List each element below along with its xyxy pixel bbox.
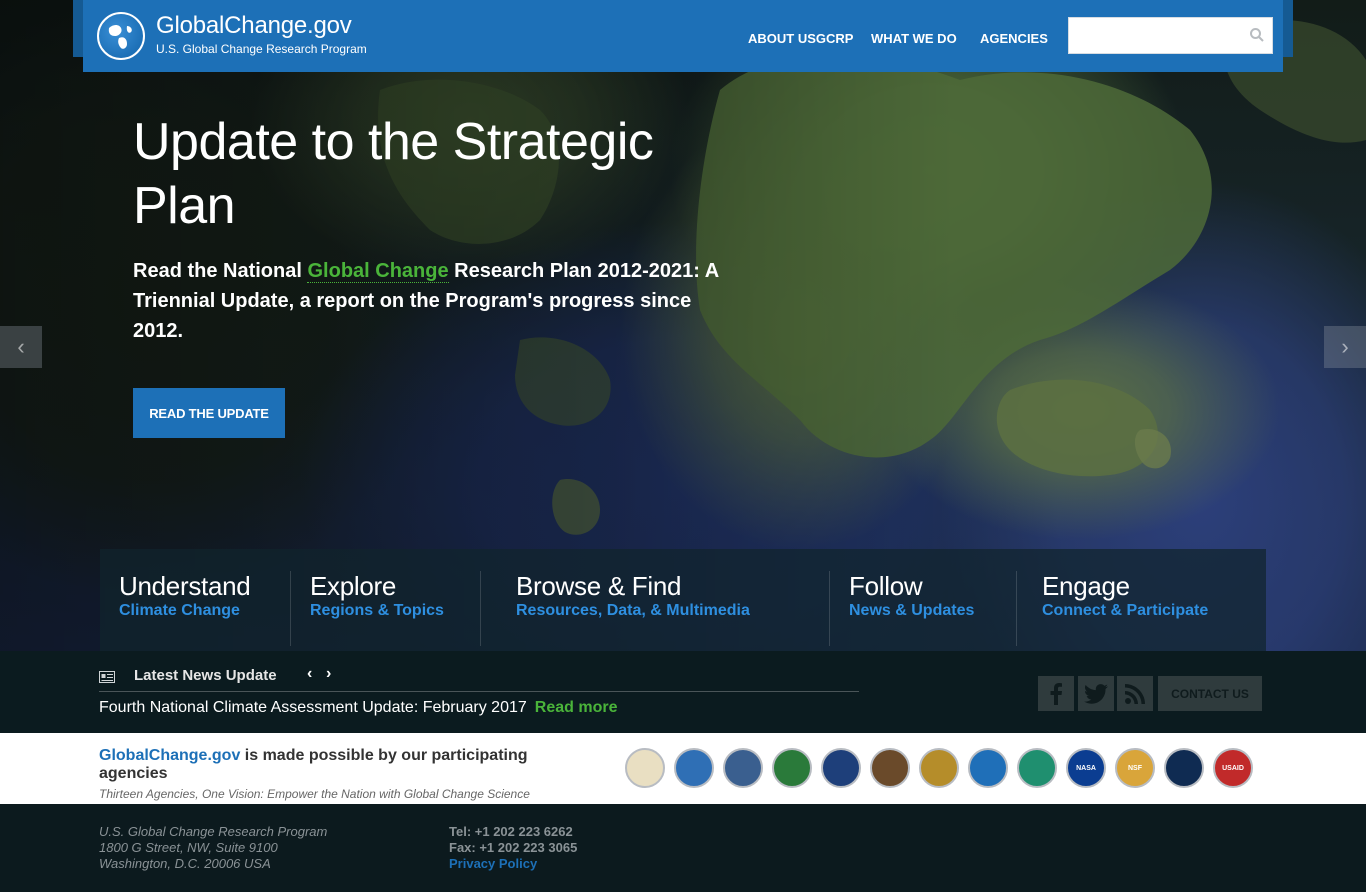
agencies-strip: GlobalChange.gov is made possible by our… <box>0 733 1366 804</box>
category-title: Browse & Find <box>516 571 682 601</box>
news-headline-text[interactable]: Fourth National Climate Assessment Updat… <box>99 699 527 716</box>
state-seal[interactable] <box>919 748 959 788</box>
category-title: Explore <box>310 571 397 601</box>
news-next-arrow[interactable]: › <box>326 665 331 683</box>
footer-tel: Tel: +1 202 223 6262 <box>449 824 573 839</box>
category-title: Understand <box>119 571 251 601</box>
twitter-icon[interactable] <box>1078 676 1114 711</box>
header-edge-left <box>73 0 83 57</box>
category-divider <box>480 571 481 646</box>
category-title: Engage <box>1042 571 1130 601</box>
category-engage[interactable]: Engage Connect & Participate <box>1042 571 1208 620</box>
usaid-seal-label: USAID <box>1222 764 1244 772</box>
footer-address-line: 1800 G Street, NW, Suite 9100 <box>99 840 278 855</box>
contact-us-button[interactable]: CONTACT US <box>1158 676 1262 711</box>
category-subtitle[interactable]: Regions & Topics <box>310 602 444 620</box>
interior-seal[interactable] <box>870 748 910 788</box>
site-footer: U.S. Global Change Research Program 1800… <box>0 804 1366 892</box>
nsf-seal-label: NSF <box>1128 764 1142 772</box>
global-change-link[interactable]: Global Change <box>307 260 449 283</box>
nav-about-usgcrp[interactable]: ABOUT USGCRP <box>748 31 853 46</box>
category-divider <box>829 571 830 646</box>
category-browse-find[interactable]: Browse & Find Resources, Data, & Multime… <box>516 571 750 620</box>
category-understand[interactable]: Understand Climate Change <box>119 571 251 620</box>
news-label: Latest News Update <box>134 667 277 684</box>
carousel-prev-arrow[interactable]: ‹ <box>0 326 42 368</box>
facebook-icon[interactable] <box>1038 676 1074 711</box>
category-subtitle[interactable]: Climate Change <box>119 602 250 620</box>
category-subtitle[interactable]: Connect & Participate <box>1042 602 1208 620</box>
nav-agencies[interactable]: AGENCIES <box>980 31 1048 46</box>
usda-seal[interactable] <box>625 748 665 788</box>
category-subtitle[interactable]: News & Updates <box>849 602 974 620</box>
commerce-seal[interactable] <box>674 748 714 788</box>
footer-address-line: Washington, D.C. 20006 USA <box>99 856 271 871</box>
newspaper-icon <box>99 671 115 683</box>
hhs-seal[interactable] <box>821 748 861 788</box>
transportation-seal[interactable] <box>968 748 1008 788</box>
hero-title: Update to the Strategic Plan <box>133 113 654 235</box>
category-subtitle[interactable]: Resources, Data, & Multimedia <box>516 602 750 620</box>
news-headline[interactable]: Fourth National Climate Assessment Updat… <box>99 699 617 717</box>
brand-subtitle: U.S. Global Change Research Program <box>156 42 367 56</box>
read-update-button[interactable]: READ THE UPDATE <box>133 388 285 438</box>
footer-contact: Tel: +1 202 223 6262 Fax: +1 202 223 306… <box>449 824 577 872</box>
nasa-seal[interactable]: NASA <box>1066 748 1106 788</box>
footer-fax: Fax: +1 202 223 3065 <box>449 840 578 855</box>
agencies-statement: GlobalChange.gov is made possible by our… <box>99 747 599 783</box>
nasa-seal-label: NASA <box>1076 764 1096 772</box>
defense-seal[interactable] <box>723 748 763 788</box>
header-edge-right <box>1283 0 1293 57</box>
news-strip: Latest News Update ‹ › Fourth National C… <box>0 651 1366 733</box>
category-bar: Understand Climate Change Explore Region… <box>100 549 1266 651</box>
category-follow[interactable]: Follow News & Updates <box>849 571 974 620</box>
category-divider <box>290 571 291 646</box>
hero-desc-pre: Read the National <box>133 260 308 282</box>
carousel-next-arrow[interactable]: › <box>1324 326 1366 368</box>
category-explore[interactable]: Explore Regions & Topics <box>310 571 444 620</box>
hero-description: Read the National Global Change Research… <box>133 256 733 346</box>
category-title: Follow <box>849 571 923 601</box>
nsf-seal[interactable]: NSF <box>1115 748 1155 788</box>
news-divider <box>99 691 859 692</box>
energy-seal[interactable] <box>772 748 812 788</box>
epa-seal[interactable] <box>1017 748 1057 788</box>
smithsonian-seal[interactable] <box>1164 748 1204 788</box>
agencies-brand-link[interactable]: GlobalChange.gov <box>99 747 240 764</box>
search-input[interactable] <box>1068 17 1273 54</box>
brand-title[interactable]: GlobalChange.gov <box>156 12 352 40</box>
news-prev-arrow[interactable]: ‹ <box>307 665 312 683</box>
footer-address: U.S. Global Change Research Program 1800… <box>99 824 327 872</box>
usaid-seal[interactable]: USAID <box>1213 748 1253 788</box>
nav-what-we-do[interactable]: WHAT WE DO <box>871 31 957 46</box>
category-divider <box>1016 571 1017 646</box>
footer-address-line: U.S. Global Change Research Program <box>99 824 328 839</box>
read-more-link[interactable]: Read more <box>535 699 618 716</box>
rss-icon[interactable] <box>1117 676 1153 711</box>
site-header: GlobalChange.gov U.S. Global Change Rese… <box>83 0 1283 72</box>
privacy-policy-link[interactable]: Privacy Policy <box>449 856 577 872</box>
search-icon[interactable] <box>1249 27 1265 43</box>
globe-icon[interactable] <box>97 12 145 60</box>
agencies-tagline: Thirteen Agencies, One Vision: Empower t… <box>99 787 530 801</box>
